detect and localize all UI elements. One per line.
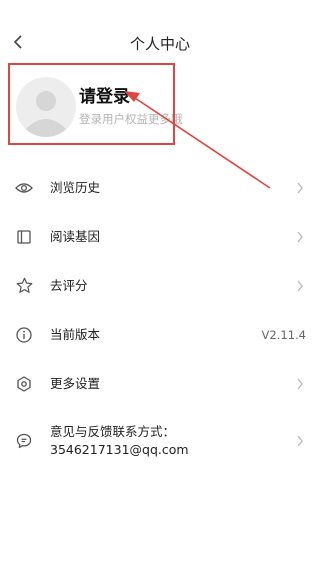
menu-item-rate[interactable]: 去评分: [0, 261, 320, 310]
menu-item-label: 意见与反馈联系方式：3546217131@qq.com: [50, 424, 189, 457]
menu-list: 浏览历史 阅读基因 去评分 当前版本 V2.11.4 更多设置 意见与反馈联系方…: [0, 163, 320, 474]
menu-item-label: 当前版本: [50, 326, 101, 342]
chevron-right-icon: [296, 279, 306, 293]
book-icon: [15, 228, 33, 246]
chat-icon: [15, 432, 33, 450]
chevron-right-icon: [296, 230, 306, 244]
menu-item-feedback[interactable]: 意见与反馈联系方式：3546217131@qq.com: [0, 408, 320, 474]
menu-item-label: 更多设置: [50, 375, 101, 391]
eye-icon: [15, 179, 33, 197]
settings-icon: [15, 375, 33, 393]
menu-item-label: 阅读基因: [50, 228, 101, 244]
version-value: V2.11.4: [261, 327, 306, 342]
annotation-highlight-box: [8, 63, 175, 145]
menu-item-reading-gene[interactable]: 阅读基因: [0, 212, 320, 261]
menu-item-history[interactable]: 浏览历史: [0, 163, 320, 212]
info-icon: [15, 326, 33, 344]
chevron-right-icon: [296, 181, 306, 195]
page-title: 个人中心: [129, 35, 190, 53]
chevron-right-icon: [296, 434, 306, 448]
menu-item-label: 去评分: [50, 277, 88, 293]
star-icon: [15, 277, 33, 295]
chevron-right-icon: [296, 377, 306, 391]
menu-item-settings[interactable]: 更多设置: [0, 359, 320, 408]
menu-item-version: 当前版本 V2.11.4: [0, 310, 320, 359]
menu-item-label: 浏览历史: [50, 179, 101, 195]
